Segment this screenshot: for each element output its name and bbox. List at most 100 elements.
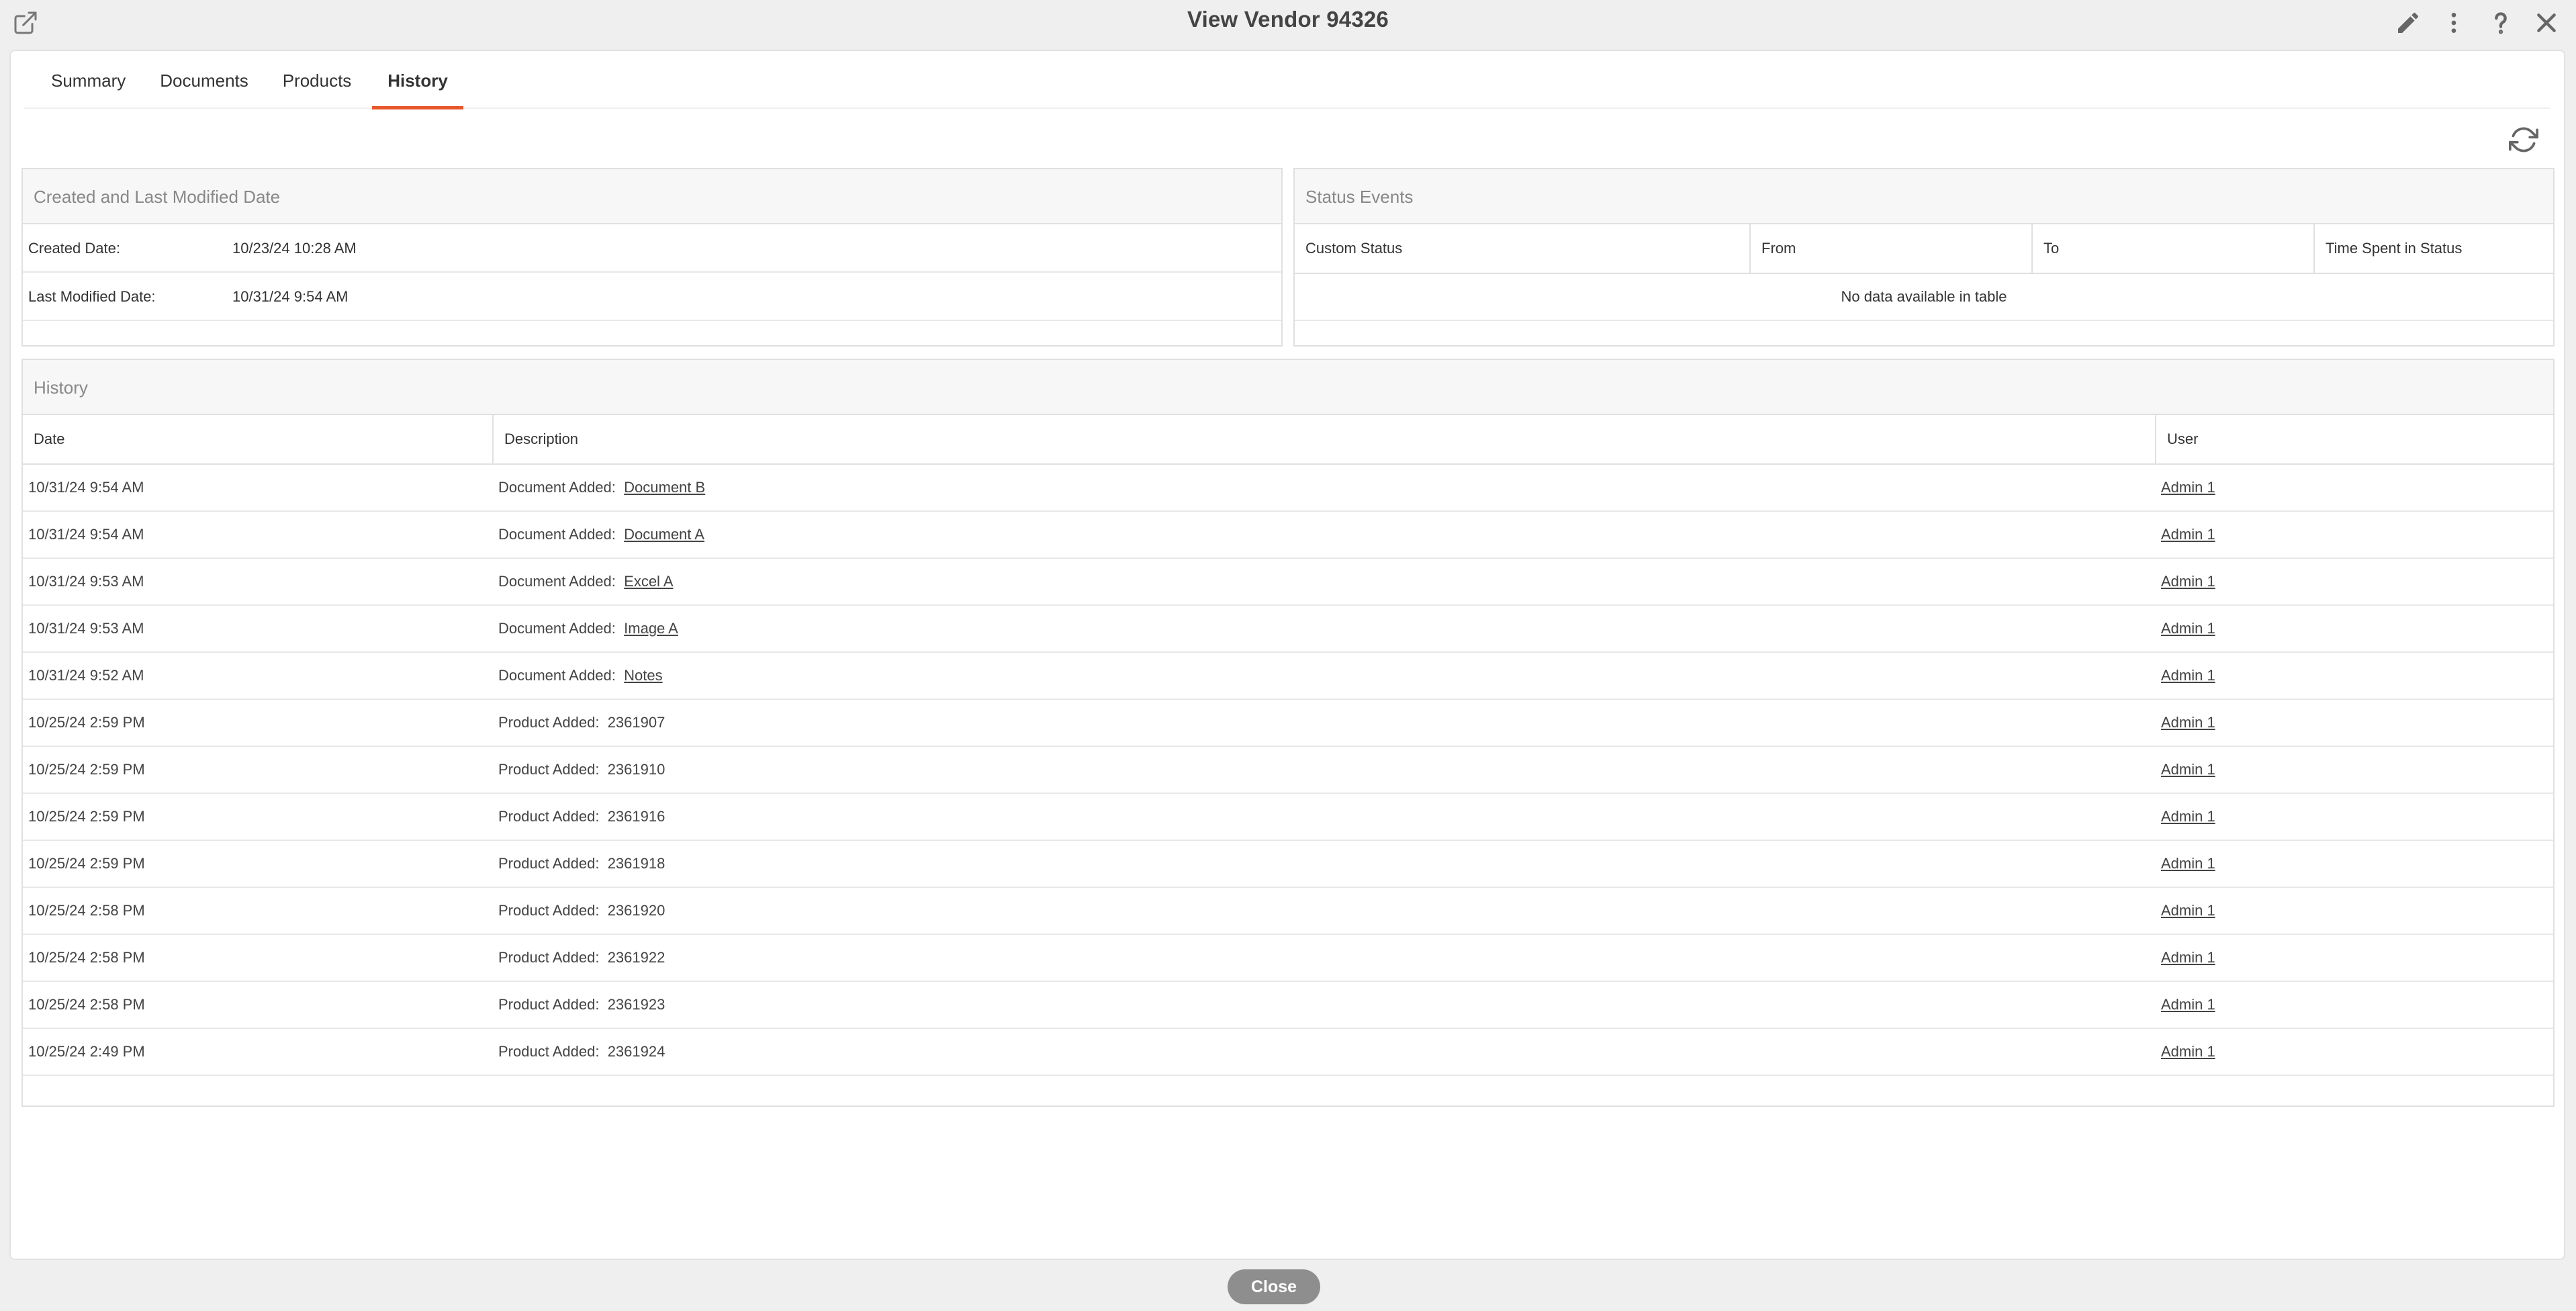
column-header-from[interactable]: From [1750, 224, 2033, 274]
user-link[interactable]: Admin 1 [2161, 1043, 2215, 1060]
user-link[interactable]: Admin 1 [2161, 667, 2215, 684]
table-row: 10/25/24 2:58 PM Product Added: 2361920 Ad… [23, 887, 2553, 935]
user-link[interactable]: Admin 1 [2161, 573, 2215, 590]
column-header-time-spent[interactable]: Time Spent in Status [2314, 224, 2553, 274]
document-link[interactable]: Notes [624, 667, 662, 684]
user-link[interactable]: Admin 1 [2161, 620, 2215, 637]
history-user-cell: Admin 1 [2156, 887, 2553, 935]
history-description-prefix: Document Added: [498, 620, 616, 637]
close-icon[interactable] [2533, 9, 2560, 36]
table-row: 10/25/24 2:58 PM Product Added: 2361923 Ad… [23, 981, 2553, 1029]
history-description-cell: Document Added: Document B [493, 464, 2156, 512]
window-title: View Vendor 94326 [1187, 7, 1389, 32]
history-user-cell: Admin 1 [2156, 699, 2553, 747]
tab-products[interactable]: Products [282, 63, 352, 106]
document-link[interactable]: Document A [624, 526, 704, 543]
vendor-panel: Summary Documents Products History Creat… [9, 50, 2565, 1260]
kebab-menu-icon[interactable] [2440, 9, 2467, 36]
modified-date-value: 10/31/24 9:54 AM [232, 288, 349, 305]
history-user-cell: Admin 1 [2156, 511, 2553, 559]
history-description-prefix: Product Added: [498, 902, 600, 919]
history-description-prefix: Product Added: [498, 996, 600, 1013]
user-link[interactable]: Admin 1 [2161, 855, 2215, 872]
history-date-cell: 10/25/24 2:58 PM [23, 887, 493, 935]
product-number: 2361920 [607, 902, 665, 919]
history-user-cell: Admin 1 [2156, 1028, 2553, 1076]
product-number: 2361923 [607, 996, 665, 1013]
created-modified-title: Created and Last Modified Date [23, 169, 1281, 224]
history-description-cell: Product Added: 2361922 [493, 934, 2156, 982]
modified-date-row: Last Modified Date: 10/31/24 9:54 AM [23, 273, 1281, 321]
user-link[interactable]: Admin 1 [2161, 996, 2215, 1013]
column-header-to[interactable]: To [2032, 224, 2315, 274]
status-events-table: Custom Status From To Time Spent in Stat… [1295, 224, 2553, 321]
created-date-label: Created Date: [28, 240, 120, 257]
table-row: 10/25/24 2:59 PM Product Added: 2361916 Ad… [23, 793, 2553, 841]
column-header-user[interactable]: User [2156, 415, 2553, 465]
history-description-prefix: Document Added: [498, 526, 616, 543]
created-date-value: 10/23/24 10:28 AM [232, 240, 357, 257]
column-header-description[interactable]: Description [493, 415, 2156, 465]
history-user-cell: Admin 1 [2156, 840, 2553, 888]
user-link[interactable]: Admin 1 [2161, 479, 2215, 496]
history-description-cell: Product Added: 2361916 [493, 793, 2156, 841]
history-description-cell: Document Added: Excel A [493, 558, 2156, 606]
history-description-cell: Product Added: 2361907 [493, 699, 2156, 747]
column-header-custom-status[interactable]: Custom Status [1295, 224, 1751, 274]
history-date-cell: 10/25/24 2:49 PM [23, 1028, 493, 1076]
history-date-cell: 10/25/24 2:58 PM [23, 934, 493, 982]
created-modified-box: Created and Last Modified Date Created D… [21, 168, 1283, 347]
history-table: Date Description User 10/31/24 9:54 AM Do… [23, 415, 2553, 1076]
table-row: 10/25/24 2:59 PM Product Added: 2361910 Ad… [23, 746, 2553, 794]
user-link[interactable]: Admin 1 [2161, 761, 2215, 778]
table-row: 10/31/24 9:53 AM Document Added: Image AA… [23, 605, 2553, 653]
user-link[interactable]: Admin 1 [2161, 808, 2215, 825]
close-button[interactable]: Close [1228, 1269, 1320, 1304]
table-row: 10/31/24 9:52 AM Document Added: Notes Adm… [23, 652, 2553, 700]
history-description-cell: Product Added: 2361920 [493, 887, 2156, 935]
table-row: 10/31/24 9:53 AM Document Added: Excel AA… [23, 558, 2553, 606]
product-number: 2361924 [607, 1043, 665, 1060]
history-user-cell: Admin 1 [2156, 746, 2553, 794]
product-number: 2361916 [607, 808, 665, 825]
user-link[interactable]: Admin 1 [2161, 949, 2215, 966]
history-description-prefix: Product Added: [498, 714, 600, 731]
table-row: 10/25/24 2:59 PM Product Added: 2361918 Ad… [23, 840, 2553, 888]
table-row: 10/25/24 2:59 PM Product Added: 2361907 Ad… [23, 699, 2553, 747]
document-link[interactable]: Image A [624, 620, 678, 637]
history-description-cell: Product Added: 2361918 [493, 840, 2156, 888]
document-link[interactable]: Excel A [624, 573, 673, 590]
tab-history[interactable]: History [372, 63, 463, 109]
column-header-date[interactable]: Date [23, 415, 494, 465]
user-link[interactable]: Admin 1 [2161, 526, 2215, 543]
product-number: 2361907 [607, 714, 665, 731]
history-user-cell: Admin 1 [2156, 934, 2553, 982]
empty-table-message: No data available in table [1295, 273, 2553, 321]
pencil-icon[interactable] [2395, 9, 2422, 36]
history-table-body: 10/31/24 9:54 AM Document Added: Document… [23, 464, 2553, 1076]
history-description-prefix: Product Added: [498, 855, 600, 872]
status-events-title: Status Events [1295, 169, 2553, 224]
history-description-prefix: Product Added: [498, 761, 600, 778]
history-user-cell: Admin 1 [2156, 981, 2553, 1029]
tab-bar: Summary Documents Products History [24, 63, 2550, 109]
user-link[interactable]: Admin 1 [2161, 902, 2215, 919]
history-description-cell: Document Added: Document A [493, 511, 2156, 559]
modified-date-label: Last Modified Date: [28, 288, 156, 305]
history-box: History Date Description User 10/31/24 9… [21, 359, 2555, 1107]
history-date-cell: 10/25/24 2:59 PM [23, 793, 493, 841]
history-description-prefix: Document Added: [498, 573, 616, 590]
history-date-cell: 10/25/24 2:58 PM [23, 981, 493, 1029]
history-user-cell: Admin 1 [2156, 464, 2553, 512]
user-link[interactable]: Admin 1 [2161, 714, 2215, 731]
document-link[interactable]: Document B [624, 479, 705, 496]
question-mark-icon[interactable] [2487, 9, 2514, 36]
history-title: History [23, 360, 2553, 415]
title-bar: View Vendor 94326 [0, 0, 2576, 50]
tab-summary[interactable]: Summary [51, 63, 126, 106]
table-row: 10/25/24 2:49 PM Product Added: 2361924 Ad… [23, 1028, 2553, 1076]
tab-documents[interactable]: Documents [160, 63, 248, 106]
history-description-prefix: Product Added: [498, 949, 600, 966]
history-description-prefix: Product Added: [498, 808, 600, 825]
refresh-icon[interactable] [2509, 125, 2538, 154]
